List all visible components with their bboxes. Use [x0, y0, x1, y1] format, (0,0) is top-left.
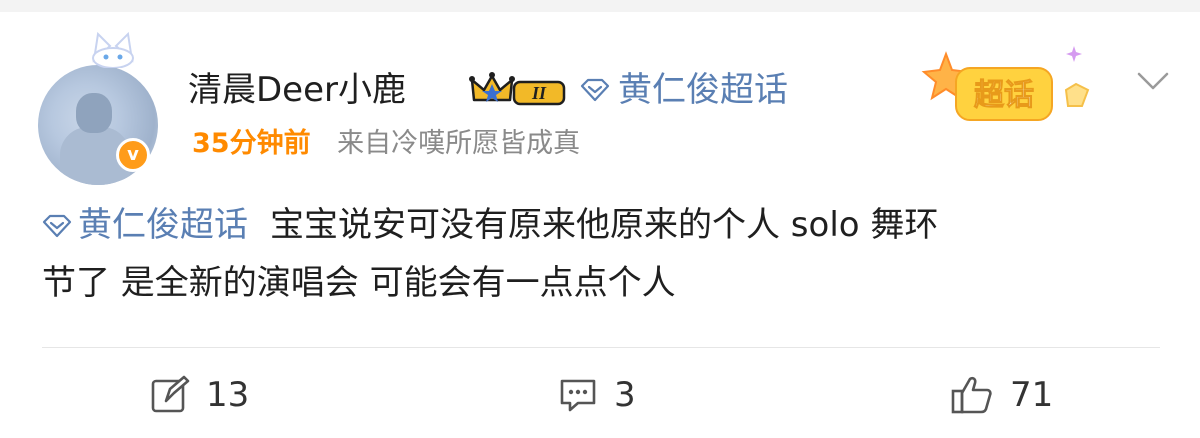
- crown-level-icon: II: [469, 72, 566, 106]
- post-text-line-2: 节了 是全新的演唱会 可能会有一点点个人: [42, 263, 676, 303]
- cat-ears-icon: [92, 31, 134, 68]
- comment-button[interactable]: 3: [558, 370, 636, 420]
- post-meta: 35分钟前 来自冷嘆所愿皆成真: [192, 126, 580, 162]
- post-time: 35分钟前: [192, 128, 311, 159]
- repost-count: 13: [206, 375, 250, 415]
- post-source[interactable]: 来自冷嘆所愿皆成真: [337, 128, 580, 159]
- diamond-icon: [580, 78, 610, 102]
- comment-count: 3: [614, 375, 636, 415]
- post-text-1: 宝宝说安可没有原来他原来的个人 solo 舞环: [270, 205, 939, 245]
- top-strip: [0, 0, 1200, 12]
- header-topic-label: 黄仁俊超话: [618, 70, 788, 110]
- verified-badge: v: [116, 138, 150, 172]
- sticker-text: 超话: [974, 78, 1034, 113]
- level-badge-text: II: [531, 83, 547, 103]
- post-text-line-1: 黄仁俊超话 宝宝说安可没有原来他原来的个人 solo 舞环: [42, 196, 1172, 254]
- diamond-icon: [42, 214, 72, 238]
- avatar-figure-head: [76, 93, 112, 133]
- like-count: 71: [1010, 375, 1054, 415]
- repost-button[interactable]: 13: [150, 370, 249, 420]
- chevron-down-icon[interactable]: [1136, 66, 1170, 96]
- chaohua-sticker-icon[interactable]: 超话: [916, 40, 1106, 130]
- like-icon: [951, 376, 992, 414]
- like-button[interactable]: 71: [950, 370, 1053, 420]
- topic-tag-link[interactable]: 黄仁俊超话: [42, 205, 248, 245]
- post-body: 黄仁俊超话 宝宝说安可没有原来他原来的个人 solo 舞环 节了 是全新的演唱会 …: [42, 196, 1172, 312]
- username[interactable]: 清晨Deer小鹿: [188, 68, 406, 112]
- header-topic-link[interactable]: 黄仁俊超话: [580, 68, 788, 112]
- divider: [42, 347, 1160, 348]
- repost-icon: [151, 375, 190, 413]
- comment-icon: [560, 379, 596, 412]
- topic-tag-label: 黄仁俊超话: [78, 205, 248, 245]
